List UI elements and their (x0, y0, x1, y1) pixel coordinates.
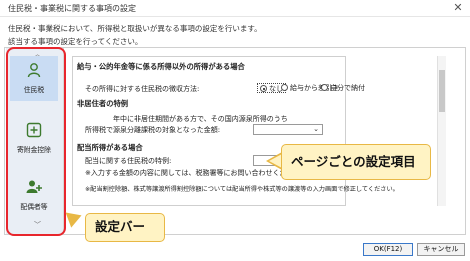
collection-method-label: その所得に対する住民税の徴収方法: (85, 85, 200, 93)
ok-button[interactable]: OK(F12) (363, 243, 413, 256)
sidebar-item-haigusha[interactable]: 配偶者等 (10, 173, 58, 218)
dividend-special-label: 配当に関する住民税の特例: (85, 157, 172, 165)
settings-panel: 給与・公的年金等に係る所得以外の所得がある場合 その所得に対する住民税の徴収方法… (72, 56, 399, 206)
sidebar-scroll-down-icon[interactable]: ﹀ (34, 220, 41, 230)
radio-dot (260, 85, 267, 92)
sidebar-item-label: 配偶者等 (20, 203, 48, 211)
intro-line-1: 住民税・事業税において、所得税と取扱いが異なる事項の設定を行います。 (8, 24, 262, 33)
nonresident-line-2: 所得税で源泉分離課税の対象となった金額: (85, 126, 221, 134)
callout-settings-bar: 設定バー (85, 213, 165, 242)
section-heading-dividend: 配当所得がある場合 (77, 143, 143, 152)
section-heading-nonresident: 非居住者の特例 (77, 99, 129, 108)
sidebar-item-kifukin[interactable]: 寄附金控除 (10, 116, 58, 161)
section-heading-income: 給与・公的年金等に係る所得以外の所得がある場合 (77, 62, 245, 71)
sidebar-item-label: 住民税 (23, 86, 45, 94)
radio-dot (281, 84, 288, 91)
scrollbar-thumb[interactable] (439, 70, 445, 112)
nonresident-line-1: 年中に非居住期間がある方で、その国内源泉所得のうち (113, 115, 288, 123)
callout-page-settings: ページごとの設定項目 (281, 144, 431, 180)
settings-bar: ︿ 住民税 寄附金控除 配偶者等 ﹀ (6, 48, 64, 234)
close-button[interactable]: ✕ (450, 1, 466, 15)
cancel-button[interactable]: キャンセル (417, 243, 465, 256)
dividend-note-2: ※配当割控除額、株式等譲渡所得割控除額については配当所得や株式等の譲渡等の入力画… (85, 186, 399, 193)
window-title: 住民税・事業税に関する事項の設定 (8, 4, 136, 13)
radio-self-payment[interactable]: 自分で納付 (321, 83, 365, 93)
intro-line-2: 該当する事項の設定を行ってください。 (8, 37, 143, 46)
chevron-down-icon: ⌄ (313, 125, 319, 133)
person-icon (27, 63, 41, 78)
radio-dot (321, 84, 328, 91)
sidebar-item-juminzei[interactable]: 住民税 (10, 56, 58, 101)
nonresident-amount-select[interactable]: ⌄ (253, 124, 323, 135)
plus-square-icon (26, 122, 42, 138)
person-plus-icon (26, 180, 42, 193)
sidebar-item-label: 寄附金控除 (17, 146, 51, 154)
content-scrollbar[interactable] (437, 56, 446, 206)
title-bar: 住民税・事業税に関する事項の設定 ✕ (0, 0, 470, 17)
